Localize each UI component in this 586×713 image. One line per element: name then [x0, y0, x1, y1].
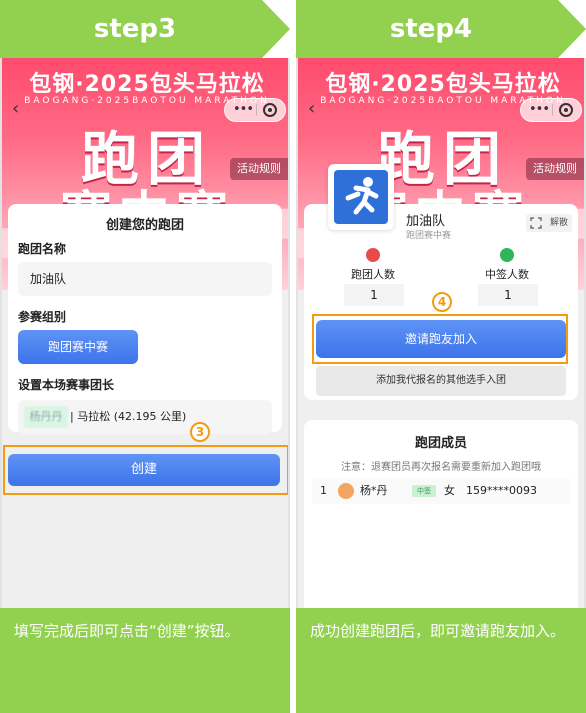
step-title: step3 — [93, 14, 177, 44]
banner-title: 包钢·2025包头马拉松 — [29, 72, 265, 97]
disband-button[interactable]: 解散 — [526, 214, 572, 232]
member-index: 1 — [320, 484, 327, 497]
captain-name: 杨丹丹 — [24, 406, 68, 428]
back-chevron-icon[interactable]: ‹ — [308, 100, 322, 118]
group-label: 参赛组别 — [18, 310, 67, 324]
member-row[interactable]: 1 杨*丹 中签 女 159****0093 — [312, 478, 570, 504]
back-chevron-icon[interactable]: ‹ — [12, 100, 26, 118]
step-caption: 填写完成后即可点击“创建”按钮。 — [0, 608, 290, 713]
phone-screen: 包钢·2025包头马拉松 BAOGANG·2025BAOTOU MARATHON… — [0, 58, 290, 608]
members-card: 跑团成员 注意：退赛团员再次报名需要重新加入跑团哦 1 杨*丹 中签 女 159… — [304, 420, 578, 608]
members-title: 跑团成员 — [414, 436, 467, 451]
team-name: 加油队 — [406, 214, 446, 229]
capsule-divider — [552, 104, 553, 116]
phone-screen: 包钢·2025包头马拉松 BAOGANG·2025BAOTOU MARATHON… — [296, 58, 586, 608]
members-count-label: 跑团人数 — [351, 268, 395, 281]
captain-select[interactable]: 杨丹丹 | 马拉松 (42.195 公里) — [18, 400, 272, 434]
members-count-value: 1 — [344, 284, 404, 306]
step-caption: 成功创建跑团后，即可邀请跑友加入。 — [296, 608, 586, 713]
step4-panel: step4 包钢·2025包头马拉松 BAOGANG·2025BAOTOU MA… — [296, 0, 586, 713]
member-phone: 159****0093 — [466, 484, 537, 497]
team-name-input[interactable]: 加油队 — [18, 262, 272, 296]
team-logo — [328, 164, 394, 230]
unlink-icon — [530, 217, 542, 229]
step-number-badge: 3 — [190, 422, 210, 442]
create-team-form: 创建您的跑团 跑团名称 加油队 参赛组别 跑团赛中赛 设置本场赛事团长 杨丹丹 … — [8, 204, 282, 434]
banner-title: 包钢·2025包头马拉松 — [325, 72, 561, 97]
team-name-label: 跑团名称 — [18, 242, 67, 256]
more-dots-icon[interactable]: ••• — [527, 99, 551, 121]
miniapp-capsule[interactable]: ••• — [224, 98, 286, 122]
capsule-divider — [256, 104, 257, 116]
form-title: 创建您的跑团 — [105, 218, 184, 233]
rules-button[interactable]: 活动规则 — [230, 158, 288, 180]
step-number-badge: 4 — [432, 292, 452, 312]
more-dots-icon[interactable]: ••• — [231, 99, 255, 121]
captain-race: | 马拉松 (42.195 公里) — [70, 410, 187, 423]
create-button[interactable]: 创建 — [8, 454, 280, 486]
add-other-runners-button[interactable]: 添加我代报名的其他选手入团 — [316, 366, 566, 396]
close-target-icon[interactable] — [263, 103, 277, 117]
captain-crown-icon — [338, 483, 354, 499]
team-members-icon — [366, 248, 380, 262]
signed-count-value: 1 — [478, 284, 538, 306]
step3-panel: step3 包钢·2025包头马拉松 BAOGANG·2025BAOTOU MA… — [0, 0, 290, 713]
captain-label: 设置本场赛事团长 — [18, 378, 115, 392]
team-type: 跑团赛中赛 — [406, 231, 452, 241]
group-option-button[interactable]: 跑团赛中赛 — [18, 330, 138, 364]
miniapp-capsule[interactable]: ••• — [520, 98, 582, 122]
close-target-icon[interactable] — [559, 103, 573, 117]
member-gender: 女 — [444, 484, 455, 497]
signed-badge: 中签 — [412, 485, 436, 497]
check-icon — [500, 248, 514, 262]
step-header: step3 — [0, 0, 290, 58]
signed-count-label: 中签人数 — [485, 268, 529, 281]
disband-label: 解散 — [549, 218, 568, 228]
member-name: 杨*丹 — [360, 484, 388, 497]
rules-button[interactable]: 活动规则 — [526, 158, 584, 180]
invite-runners-button[interactable]: 邀请跑友加入 — [316, 320, 566, 358]
runner-icon — [334, 170, 388, 224]
step-title: step4 — [389, 14, 473, 44]
step-header: step4 — [296, 0, 586, 58]
members-note: 注意：退赛团员再次报名需要重新加入跑团哦 — [341, 462, 541, 473]
